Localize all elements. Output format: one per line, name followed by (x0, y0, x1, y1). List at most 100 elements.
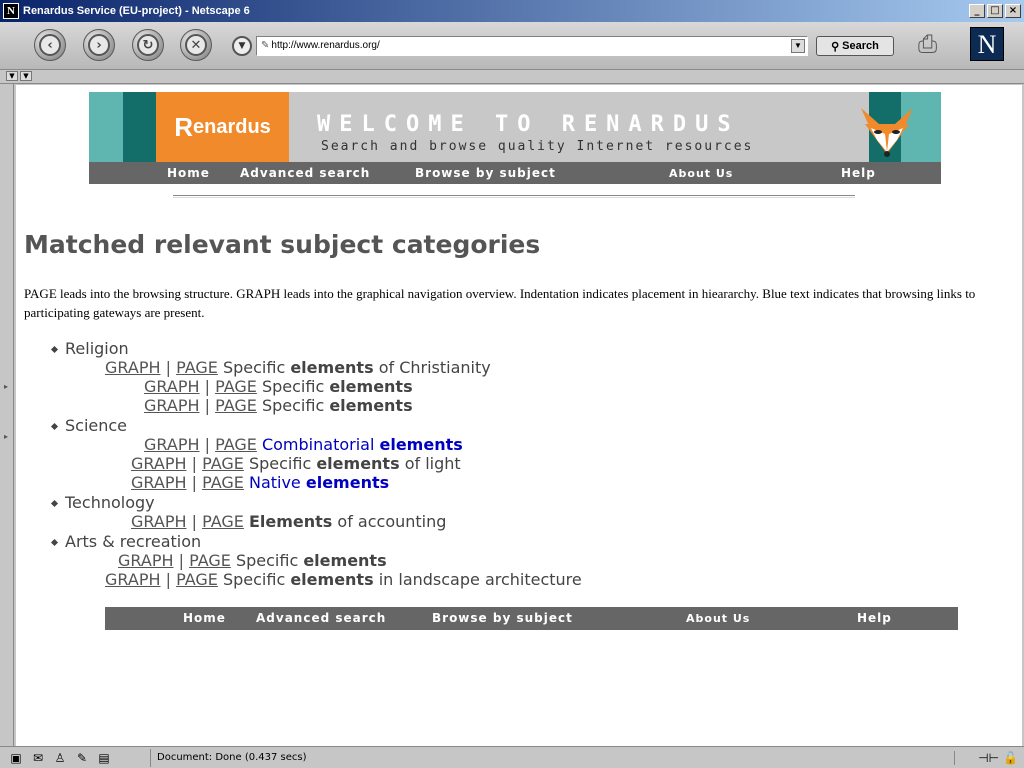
banner-stripe (123, 92, 156, 162)
nav-advanced-search-link[interactable]: Advanced search (240, 166, 370, 180)
bullet-icon (50, 345, 59, 354)
instant-messenger-icon[interactable]: ♙ (52, 751, 68, 765)
subject-keyword: Elements (248, 512, 333, 531)
page-link[interactable]: PAGE (215, 377, 257, 396)
navigator-icon[interactable]: ▣ (8, 751, 24, 765)
mail-icon[interactable]: ✉ (30, 751, 46, 765)
page-link[interactable]: PAGE (202, 512, 244, 531)
page-link[interactable]: PAGE (215, 396, 257, 415)
status-text: Document: Done (0.437 secs) (150, 748, 954, 767)
composer-icon[interactable]: ✎ (74, 751, 90, 765)
reload-button[interactable]: ↻ (132, 29, 164, 61)
address-book-icon[interactable]: ▤ (96, 751, 112, 765)
subject-keyword: elements (305, 473, 390, 492)
close-window-button[interactable]: × (1005, 4, 1021, 18)
subject-row: GRAPH | PAGE Specific elements (144, 396, 413, 415)
collapse-toolbar-icon[interactable]: ▼ (6, 71, 18, 81)
subject-row: GRAPH | PAGE Elements of accounting (131, 512, 446, 531)
subject-text: of Christianity (373, 358, 491, 377)
page-link[interactable]: PAGE (202, 473, 244, 492)
nav-about-link[interactable]: About Us (669, 167, 733, 180)
link-separator: | (204, 435, 210, 454)
subject-keyword: elements (303, 551, 387, 570)
history-dropdown-icon[interactable]: ▼ (232, 36, 252, 56)
graph-link[interactable]: GRAPH (118, 551, 174, 570)
nav-help-link[interactable]: Help (857, 611, 892, 625)
back-button[interactable]: ‹ (34, 29, 66, 61)
nav-browse-link[interactable]: Browse by subject (432, 611, 573, 625)
nav-browse-link[interactable]: Browse by subject (415, 166, 556, 180)
category-item: Religion (50, 339, 129, 358)
page-link[interactable]: PAGE (202, 454, 244, 473)
netscape-app-icon: N (3, 3, 19, 19)
welcome-heading: WELCOME TO RENARDUS (317, 112, 740, 137)
bullet-icon (50, 422, 59, 431)
page-link[interactable]: PAGE (189, 551, 231, 570)
netscape-throbber-logo[interactable]: N (970, 27, 1004, 61)
back-arrow-icon: ‹ (39, 34, 61, 56)
renardus-logo[interactable]: Renardus (156, 92, 289, 162)
search-button[interactable]: ⚲ Search (816, 36, 894, 56)
subject-text: Specific (248, 454, 317, 473)
graph-link[interactable]: GRAPH (144, 435, 200, 454)
subject-row: GRAPH | PAGE Native elements (131, 473, 389, 492)
graph-link[interactable]: GRAPH (105, 358, 161, 377)
page-proxy-icon[interactable]: ✎ (261, 40, 269, 51)
url-input[interactable]: ✎ http://www.renardus.org/ ▼ (256, 36, 808, 56)
link-separator: | (191, 512, 197, 531)
graph-link[interactable]: GRAPH (131, 473, 187, 492)
graph-link[interactable]: GRAPH (131, 512, 187, 531)
minimize-button[interactable]: _ (969, 4, 985, 18)
subject-keyword: elements (290, 570, 374, 589)
category-name: Arts & recreation (65, 532, 202, 551)
sidebar-grip-icon[interactable]: ▸ (4, 382, 10, 392)
url-dropdown-button[interactable]: ▼ (791, 39, 805, 53)
subject-text: of accounting (332, 512, 447, 531)
logo-initial: R (174, 111, 193, 142)
link-separator: | (191, 473, 197, 492)
subject-keyword: elements (329, 377, 413, 396)
site-banner: Renardus WELCOME TO RENARDUS Search and … (89, 92, 941, 184)
subject-keyword: elements (379, 435, 463, 454)
link-separator: | (178, 551, 184, 570)
link-separator: | (204, 396, 210, 415)
nav-advanced-search-link[interactable]: Advanced search (256, 611, 386, 625)
graph-link[interactable]: GRAPH (105, 570, 161, 589)
page-link[interactable]: PAGE (176, 358, 218, 377)
graph-link[interactable]: GRAPH (131, 454, 187, 473)
online-status-icon[interactable]: ⊣⊢ (978, 751, 999, 765)
page-link[interactable]: PAGE (215, 435, 257, 454)
sidebar-toggle-strip[interactable]: ▸ ▸ (0, 84, 14, 746)
url-text: http://www.renardus.org/ (271, 40, 380, 51)
category-name: Technology (65, 493, 155, 512)
sidebar-grip-icon-2[interactable]: ▸ (4, 432, 10, 442)
maximize-button[interactable]: □ (987, 4, 1003, 18)
subject-text: Specific (261, 377, 330, 396)
nav-home-link[interactable]: Home (183, 611, 226, 625)
subject-text: of light (399, 454, 461, 473)
print-button[interactable]: ⎙ (918, 30, 958, 60)
stop-icon: ✕ (185, 34, 207, 56)
category-name: Science (65, 416, 128, 435)
link-separator: | (165, 358, 171, 377)
page-link[interactable]: PAGE (176, 570, 218, 589)
forward-button[interactable]: › (83, 29, 115, 61)
subject-text: Specific (222, 358, 291, 377)
page-title: Matched relevant subject categories (24, 230, 541, 259)
graph-link[interactable]: GRAPH (144, 396, 200, 415)
nav-about-link[interactable]: About Us (686, 612, 750, 625)
category-item: Technology (50, 493, 155, 512)
subject-row: GRAPH | PAGE Combinatorial elements (144, 435, 463, 454)
subject-keyword: elements (290, 358, 374, 377)
reload-icon: ↻ (137, 34, 159, 56)
forward-arrow-icon: › (88, 34, 110, 56)
collapse-toolbar-icon-2[interactable]: ▼ (20, 71, 32, 81)
nav-help-link[interactable]: Help (841, 166, 876, 180)
graph-link[interactable]: GRAPH (144, 377, 200, 396)
subject-row: GRAPH | PAGE Specific elements (144, 377, 413, 396)
subject-text: Specific (235, 551, 304, 570)
security-lock-icon[interactable]: 🔓 (1003, 751, 1018, 765)
nav-home-link[interactable]: Home (167, 166, 210, 180)
logo-text: enardus (192, 115, 271, 138)
stop-button[interactable]: ✕ (180, 29, 212, 61)
